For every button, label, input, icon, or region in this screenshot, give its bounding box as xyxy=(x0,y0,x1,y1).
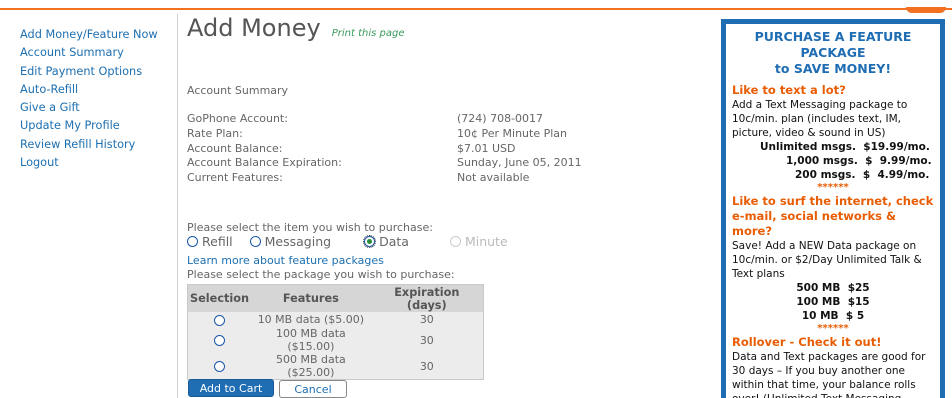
table-row[interactable]: 10 MB data ($5.00) 30 xyxy=(187,312,484,327)
top-accent-tab xyxy=(906,7,946,13)
feature-cell: 10 MB data ($5.00) xyxy=(251,312,371,327)
radio-button[interactable] xyxy=(249,236,261,247)
radio-messaging[interactable]: Messaging xyxy=(249,234,332,249)
promo-data-heading: Like to surf the internet, check e-mail,… xyxy=(732,194,934,238)
account-row-label: Rate Plan: xyxy=(187,126,243,140)
sidebar-item-add-money[interactable]: Add Money/Feature Now xyxy=(20,26,175,44)
promo-data-price: 100 MB $15 xyxy=(796,296,870,308)
top-accent-line xyxy=(0,8,952,10)
account-row-value: (724) 708-0017 xyxy=(457,112,544,125)
selection-cell[interactable] xyxy=(187,312,252,327)
sidebar-item-refill-history[interactable]: Review Refill History xyxy=(20,136,175,154)
account-row-value: Sunday, June 05, 2011 xyxy=(457,156,582,170)
table-row[interactable]: 500 MB data ($25.00) 30 xyxy=(187,353,484,380)
promo-rollover-body: Data and Text packages are good for 30 d… xyxy=(732,351,926,398)
radio-button[interactable] xyxy=(187,236,198,247)
promo-price-line: 1,000 msgs. $ 9.99/mo. xyxy=(786,155,932,167)
main-header: Add Money Print this page xyxy=(187,14,707,42)
promo-heading-line1: PURCHASE A FEATURE PACKAGE xyxy=(754,29,912,60)
sidebar-item-update-profile[interactable]: Update My Profile xyxy=(20,117,175,135)
print-link[interactable]: Print this page xyxy=(332,28,405,39)
selection-cell[interactable] xyxy=(187,353,252,380)
package-radio[interactable] xyxy=(214,314,226,326)
account-row: Rate Plan: 10¢ Per Minute Plan xyxy=(187,127,707,142)
radio-refill[interactable]: Refill xyxy=(187,234,233,249)
account-row: GoPhone Account: (724) 708-0017 xyxy=(187,112,707,127)
radio-data[interactable]: Data xyxy=(363,234,409,249)
account-row: Account Balance: $7.01 USD xyxy=(187,142,707,157)
promo-heading: PURCHASE A FEATURE PACKAGE to SAVE MONEY… xyxy=(732,29,934,77)
column-header-features: Features xyxy=(251,284,371,312)
account-row-label: Account Balance: xyxy=(187,141,283,155)
feature-cell: 500 MB data ($25.00) xyxy=(251,353,371,380)
promo-heading-line2: to SAVE MONEY! xyxy=(774,61,892,76)
radio-label: Refill xyxy=(202,234,233,249)
cancel-button[interactable]: Cancel xyxy=(279,380,347,398)
promo-price-line: Unlimited msgs. $19.99/mo. xyxy=(760,141,930,153)
radio-minute: Minute xyxy=(449,234,508,249)
page-title: Add Money xyxy=(187,14,321,42)
purchase-type-radio-group: Refill Messaging Data Minute xyxy=(187,234,508,249)
expiration-cell: 30 xyxy=(370,353,484,380)
table-header-row: Selection Features Expiration (days) xyxy=(187,284,484,312)
account-row: Account Balance Expiration: Sunday, June… xyxy=(187,156,707,171)
promo-data-price: 500 MB $25 xyxy=(796,282,870,294)
selection-cell[interactable] xyxy=(187,327,252,353)
promo-divider-stars: ****** xyxy=(817,323,849,334)
account-row-label: Account Balance Expiration: xyxy=(187,156,342,170)
account-row-label: Current Features: xyxy=(187,171,283,185)
column-header-selection: Selection xyxy=(187,284,252,312)
sidebar-nav: Add Money/Feature Now Account Summary Ed… xyxy=(20,26,175,172)
sidebar-divider xyxy=(177,14,178,398)
promo-rollover-heading: Rollover - Check it out! xyxy=(732,335,882,349)
package-table: Selection Features Expiration (days) 10 … xyxy=(187,284,484,380)
radio-button-disabled xyxy=(449,236,461,247)
select-package-prompt: Please select the package you wish to pu… xyxy=(187,268,455,281)
promo-text-body: Add a Text Messaging package to 10c/min.… xyxy=(732,99,908,139)
radio-label: Data xyxy=(379,234,409,249)
radio-button-selected[interactable] xyxy=(363,235,377,248)
account-summary-heading: Account Summary xyxy=(187,84,289,97)
feature-cell: 100 MB data ($15.00) xyxy=(251,327,371,353)
learn-more-link[interactable]: Learn more about feature packages xyxy=(187,254,384,267)
select-item-prompt: Please select the item you wish to purch… xyxy=(187,221,433,234)
sidebar-item-auto-refill[interactable]: Auto-Refill xyxy=(20,81,175,99)
sidebar-item-logout[interactable]: Logout xyxy=(20,154,175,172)
promo-text-heading: Like to text a lot? xyxy=(732,83,846,97)
sidebar-item-give-gift[interactable]: Give a Gift xyxy=(20,99,175,117)
package-radio[interactable] xyxy=(214,335,226,346)
radio-label: Minute xyxy=(464,234,508,249)
account-row: Current Features: Not available xyxy=(187,171,707,186)
account-row-value: Not available xyxy=(457,171,530,185)
column-header-expiration: Expiration (days) xyxy=(370,284,484,312)
promo-data-body: Save! Add a NEW Data package on 10c/min.… xyxy=(732,240,922,280)
account-summary: GoPhone Account: (724) 708-0017 Rate Pla… xyxy=(187,112,707,186)
sidebar-item-account-summary[interactable]: Account Summary xyxy=(20,44,175,62)
account-row-label: GoPhone Account: xyxy=(187,112,288,125)
account-row-value: 10¢ Per Minute Plan xyxy=(457,126,567,140)
account-row-value: $7.01 USD xyxy=(457,141,516,155)
package-radio[interactable] xyxy=(214,361,226,372)
promo-data-price: 10 MB $ 5 xyxy=(801,310,865,322)
radio-label: Messaging xyxy=(264,234,332,249)
add-to-cart-button[interactable]: Add to Cart xyxy=(188,379,274,397)
table-row[interactable]: 100 MB data ($15.00) 30 xyxy=(187,327,484,353)
expiration-cell: 30 xyxy=(370,327,484,353)
promo-panel: PURCHASE A FEATURE PACKAGE to SAVE MONEY… xyxy=(721,19,945,398)
top-bar xyxy=(0,0,952,8)
promo-price-line: 200 msgs. $ 4.99/mo. xyxy=(795,169,930,181)
expiration-cell: 30 xyxy=(370,312,484,327)
promo-divider-stars: ****** xyxy=(817,182,849,193)
promo-content: PURCHASE A FEATURE PACKAGE to SAVE MONEY… xyxy=(726,24,940,398)
sidebar-item-edit-payment[interactable]: Edit Payment Options xyxy=(20,63,175,81)
